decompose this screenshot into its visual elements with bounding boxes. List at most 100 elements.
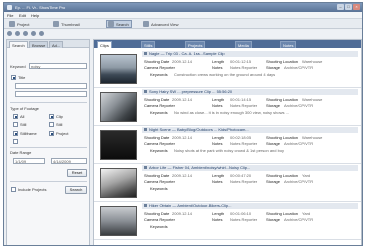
tab-projects[interactable]: Projects: [185, 41, 206, 48]
shooting-date-value: 2009.12.14: [172, 97, 193, 102]
reset-button[interactable]: Reset: [67, 169, 87, 177]
result-thumbnail[interactable]: [100, 92, 137, 122]
type-clip-checkbox[interactable]: [49, 114, 54, 119]
type-extra-checkbox[interactable]: [13, 139, 18, 144]
result-row[interactable]: Nagle — Trip 03 - Ca. A. 1ss...Sample Cl…: [94, 50, 361, 88]
title-input-2[interactable]: [15, 91, 87, 97]
results-panel: Clips Stills Projects Media Notes Nagle …: [93, 39, 362, 245]
tab-media[interactable]: Media: [235, 41, 252, 48]
divider: [10, 181, 87, 182]
type-stillframe-label: Stillframe: [20, 131, 37, 136]
storage-value: Archive/CP/VTR: [284, 141, 314, 146]
title-bar: Ep. ... Fi. Vr.. ShowTime Pro – □ ×: [4, 3, 362, 12]
maximize-icon[interactable]: □: [345, 4, 352, 10]
secondary-toolbar: [4, 30, 362, 38]
result-thumbnail[interactable]: [100, 168, 137, 198]
settings-icon[interactable]: [39, 31, 44, 36]
forward-icon[interactable]: [15, 31, 20, 36]
tab-browse[interactable]: Browse: [29, 41, 49, 48]
menu-bar: File Edit Help: [4, 12, 362, 19]
shooting-date-value: 2009.12.14: [172, 211, 193, 216]
result-thumbnail[interactable]: [100, 206, 137, 236]
length-value: 00:02:18:05: [230, 135, 252, 140]
project-button[interactable]: Project: [8, 20, 31, 28]
result-thumbnail[interactable]: [100, 130, 137, 160]
type-still-checkbox[interactable]: [13, 122, 18, 127]
status-bar: [4, 245, 362, 246]
type-stillframe-checkbox[interactable]: [13, 131, 18, 136]
result-row[interactable]: Sony Hairy SW ... prepressure Clip ... 5…: [94, 88, 361, 126]
result-thumbnail[interactable]: [100, 54, 137, 84]
tab-notes[interactable]: Notes: [280, 41, 297, 48]
result-title[interactable]: Nagle — Trip 03 - Ca. A. 1ss...Sample Cl…: [142, 51, 358, 57]
type-project-label: Project: [56, 131, 69, 136]
result-title[interactable]: Night Scene — Baby/Blog/Outdoors ... Kid…: [142, 127, 358, 133]
minimize-icon[interactable]: –: [337, 4, 344, 10]
refresh-icon[interactable]: [23, 31, 28, 36]
thumbnail-icon: [53, 21, 59, 27]
storage-label: Storage: [266, 179, 281, 184]
keywords-value: No wind as close... it is in noisy enoug…: [174, 110, 289, 115]
tab-stills[interactable]: Stills: [141, 41, 156, 48]
result-title[interactable]: Sony Hairy SW ... prepressure Clip ... 5…: [142, 89, 358, 95]
notes-value: Notes Reporter: [230, 141, 258, 146]
date-from-input[interactable]: 1/1/09: [13, 158, 45, 164]
result-title[interactable]: Arbor Life — Fisher 04, Ambient/noisy/wh…: [142, 165, 358, 171]
tab-clips[interactable]: Clips: [97, 41, 112, 48]
back-icon[interactable]: [7, 31, 12, 36]
keywords-label: Keywords: [150, 186, 168, 191]
shooting-date-value: 2009.12.14: [172, 59, 193, 64]
advanced-view-button[interactable]: Advanced View: [142, 20, 181, 28]
type-still-label: Still: [20, 122, 27, 127]
title-checkbox[interactable]: [11, 75, 16, 80]
menu-help[interactable]: Help: [31, 13, 39, 18]
home-icon[interactable]: [31, 31, 36, 36]
camera-reporter-label: Camera Reporter: [144, 103, 175, 108]
include-projects-checkbox[interactable]: [11, 187, 16, 192]
shooting-location-label: Shooting Location: [266, 97, 299, 102]
shooting-location-value: Warehouse: [302, 97, 323, 102]
menu-file[interactable]: File: [7, 13, 13, 18]
result-title-text: Sony Hairy SW ... prepressure Clip ... 5…: [149, 89, 233, 94]
shooting-date-label: Shooting Date: [144, 135, 170, 140]
result-title-text: Hiker Obtain — Ambient/Outdoor-Bikers-Cl…: [149, 203, 232, 208]
result-row[interactable]: Arbor Life — Fisher 04, Ambient/noisy/wh…: [94, 164, 361, 202]
thumbnail-button[interactable]: Thumbnail: [52, 20, 82, 28]
shooting-date-value: 2009.12.14: [172, 135, 193, 140]
type-project-checkbox[interactable]: [49, 131, 54, 136]
notes-label: Notes: [212, 217, 223, 222]
storage-value: Archive/CP/VTR: [284, 179, 314, 184]
project-icon: [9, 21, 15, 27]
type-still-2-checkbox[interactable]: [49, 122, 54, 127]
result-row[interactable]: Hiker Obtain — Ambient/Outdoor-Bikers-Cl…: [94, 202, 361, 240]
storage-label: Storage: [266, 217, 281, 222]
date-range-label: Date Range: [10, 150, 32, 155]
result-row[interactable]: Night Scene — Baby/Blog/Outdoors ... Kid…: [94, 126, 361, 164]
title-label: Title: [18, 75, 26, 80]
search-panel: Search Browse Ad... Keyword noisy Title …: [6, 39, 90, 245]
type-all-label: All: [20, 114, 25, 119]
close-icon[interactable]: ×: [353, 4, 360, 10]
tab-advanced[interactable]: Ad...: [49, 41, 64, 48]
search-submit-button[interactable]: Search: [65, 186, 87, 194]
shooting-date-value: 2009.12.14: [172, 173, 193, 178]
notes-label: Notes: [212, 141, 223, 146]
type-all-checkbox[interactable]: [13, 114, 18, 119]
length-value: 00:01:14:15: [230, 97, 252, 102]
result-title[interactable]: Hiker Obtain — Ambient/Outdoor-Bikers-Cl…: [142, 203, 358, 209]
camera-reporter-label: Camera Reporter: [144, 141, 175, 146]
keywords-label: Keywords: [150, 224, 168, 229]
date-to-input[interactable]: 4/14/2009: [51, 158, 87, 164]
length-value: 00:01:12:15: [230, 59, 252, 64]
notes-label: Notes: [212, 179, 223, 184]
menu-edit[interactable]: Edit: [19, 13, 26, 18]
window-title: Ep. ... Fi. Vr.. ShowTime Pro: [15, 5, 66, 10]
search-button[interactable]: Search: [106, 20, 132, 28]
results-tabs: Clips Stills Projects Media Notes: [94, 40, 361, 48]
title-input[interactable]: [15, 83, 87, 89]
tab-search[interactable]: Search: [9, 41, 28, 48]
type-of-footage-label: Type of Footage: [10, 106, 39, 111]
shooting-location-value: Warehouse: [302, 59, 323, 64]
keyword-input[interactable]: noisy: [29, 63, 87, 69]
notes-value: Notes Reporter: [230, 179, 258, 184]
